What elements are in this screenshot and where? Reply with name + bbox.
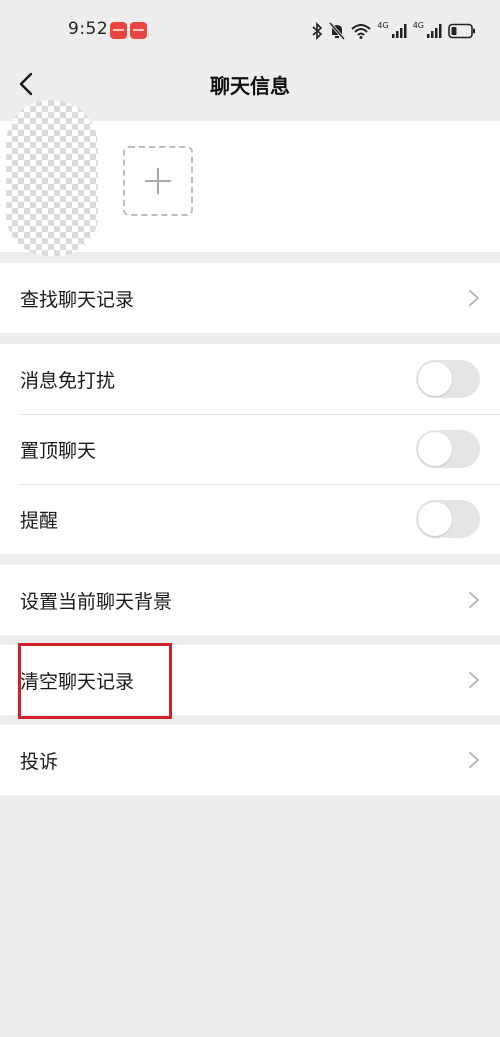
- row-label: 消息免打扰: [20, 369, 116, 392]
- row-label: 投诉: [20, 750, 59, 773]
- notification-app-icon: [110, 22, 127, 39]
- chevron-right-icon: [469, 592, 479, 608]
- add-member-button[interactable]: [123, 146, 193, 216]
- remind-toggle[interactable]: [416, 500, 480, 538]
- status-time: 9:52: [68, 19, 109, 39]
- status-bar: 9:52 4G 4G: [0, 0, 500, 58]
- pin-chat-toggle[interactable]: [416, 430, 480, 468]
- highlight-annotation-box: [18, 643, 172, 719]
- notification-app-icon: [130, 22, 147, 39]
- search-chat-history-row[interactable]: 查找聊天记录: [0, 263, 500, 333]
- row-label: 置顶聊天: [20, 439, 97, 462]
- chevron-right-icon: [469, 752, 479, 768]
- status-icons: 4G 4G: [311, 20, 476, 42]
- row-label: 设置当前聊天背景: [20, 590, 173, 613]
- toggle-knob: [418, 432, 452, 466]
- mute-notifications-row: 消息免打扰: [0, 344, 500, 414]
- battery-icon: [448, 23, 475, 39]
- toggle-knob: [418, 502, 452, 536]
- row-label: 提醒: [20, 509, 59, 532]
- search-group: 查找聊天记录: [0, 263, 500, 333]
- plus-icon: [145, 168, 171, 194]
- signal-icon: [391, 24, 407, 38]
- pin-chat-row: 置顶聊天: [0, 414, 500, 484]
- set-chat-background-row[interactable]: 设置当前聊天背景: [0, 565, 500, 635]
- chevron-right-icon: [469, 290, 479, 306]
- bluetooth-icon: [312, 22, 323, 40]
- chevron-right-icon: [469, 672, 479, 688]
- complain-row[interactable]: 投诉: [0, 725, 500, 795]
- mute-icon: [329, 22, 346, 40]
- toggle-knob: [418, 362, 452, 396]
- complain-group: 投诉: [0, 725, 500, 795]
- mute-notifications-toggle[interactable]: [416, 360, 480, 398]
- row-label: 查找聊天记录: [20, 288, 135, 311]
- settings-toggle-group: 消息免打扰 置顶聊天 提醒: [0, 344, 500, 554]
- page-title: 聊天信息: [210, 74, 290, 98]
- wifi-icon: [351, 24, 372, 39]
- avatar[interactable]: [6, 100, 98, 256]
- remind-row: 提醒: [0, 484, 500, 554]
- nav-bar: 聊天信息: [0, 58, 500, 110]
- network-type-label: 4G: [412, 20, 424, 30]
- signal-icon: [427, 24, 442, 38]
- network-type-label: 4G: [377, 20, 389, 30]
- background-group: 设置当前聊天背景: [0, 565, 500, 635]
